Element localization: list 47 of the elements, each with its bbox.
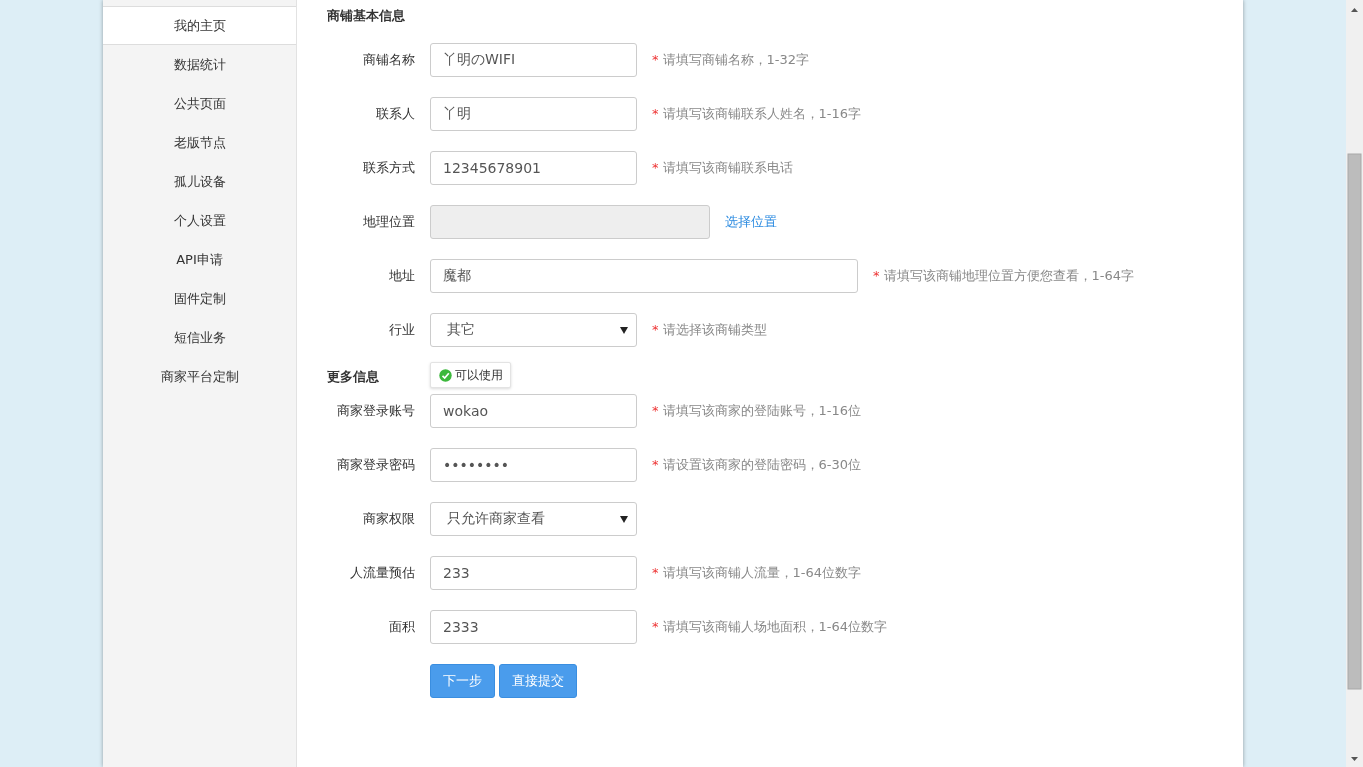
sidebar-item[interactable]: 短信业务 [103, 318, 296, 357]
sidebar-item[interactable]: 商家平台定制 [103, 357, 296, 396]
text-field[interactable]: 丫明 [430, 97, 637, 131]
text-field[interactable]: 丫明のWIFI [430, 43, 637, 77]
field-hint: * 请填写该商铺人场地面积，1-64位数字 [652, 618, 887, 636]
text-field[interactable]: 魔都 [430, 259, 858, 293]
field-hint: * 请填写该商铺联系电话 [652, 159, 793, 177]
field-label: 商家登录密码 [336, 456, 415, 474]
select-field[interactable]: 其它 [430, 313, 637, 347]
field-label: 联系方式 [362, 159, 415, 177]
field-hint: * 请设置该商家的登陆密码，6-30位 [652, 456, 861, 474]
field-label: 地理位置 [362, 213, 415, 231]
sidebar-item[interactable]: 公共页面 [103, 84, 296, 123]
sidebar-item[interactable]: 数据统计 [103, 45, 296, 84]
section-title: 更多信息 [327, 368, 379, 386]
field-hint: * 请填写商铺名称，1-32字 [652, 51, 809, 69]
sidebar-item[interactable]: 固件定制 [103, 279, 296, 318]
caret-icon [620, 515, 628, 523]
check-icon [439, 368, 452, 382]
sidebar-item[interactable]: 孤儿设备 [103, 162, 296, 201]
sidebar-item[interactable]: 个人设置 [103, 201, 296, 240]
text-field[interactable]: 233 [430, 556, 637, 590]
caret-icon [620, 326, 628, 334]
field-hint: * 请填写该商铺地理位置方便您查看，1-64字 [873, 267, 1134, 285]
text-field[interactable]: 2333 [430, 610, 637, 644]
field-hint: * 请填写该商家的登陆账号，1-16位 [652, 402, 861, 420]
availability-tooltip: 可以使用 [430, 362, 511, 388]
field-label: 商家权限 [362, 510, 415, 528]
sidebar-item[interactable]: 老版节点 [103, 123, 296, 162]
field-label: 商家登录账号 [336, 402, 415, 420]
password-field[interactable]: •••••••• [430, 448, 637, 482]
sidebar-item[interactable]: API申请 [103, 240, 296, 279]
select-field[interactable]: 只允许商家查看 [430, 502, 637, 536]
text-field[interactable]: wokao [430, 394, 637, 428]
field-label: 地址 [388, 267, 415, 285]
field-hint: * 请选择该商铺类型 [652, 321, 767, 339]
field-hint: * 请填写该商铺人流量，1-64位数字 [652, 564, 861, 582]
field-label: 联系人 [375, 105, 415, 123]
section-title: 商铺基本信息 [327, 7, 405, 25]
sidebar-item[interactable]: 我的主页 [103, 6, 296, 45]
field-label: 商铺名称 [362, 51, 415, 69]
text-field[interactable]: 12345678901 [430, 151, 637, 185]
field-label: 面积 [388, 618, 415, 636]
field-label: 行业 [388, 321, 415, 339]
select-location-link[interactable]: 选择位置 [725, 213, 777, 231]
field-label: 人流量预估 [349, 564, 415, 582]
field-hint: * 请填写该商铺联系人姓名，1-16字 [652, 105, 861, 123]
